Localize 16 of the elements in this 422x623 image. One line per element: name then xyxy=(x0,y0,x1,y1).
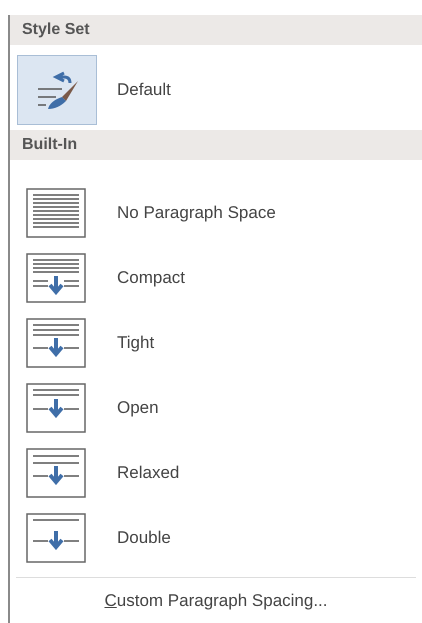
custom-spacing-menu-item[interactable]: Custom Paragraph Spacing... xyxy=(104,588,328,614)
paragraph-spacing-icon xyxy=(26,448,86,498)
paragraph-spacing-icon xyxy=(26,318,86,368)
paragraph-spacing-icon xyxy=(26,188,86,238)
menu-item[interactable]: Double xyxy=(10,513,422,563)
paragraph-spacing-icon xyxy=(26,513,86,563)
menu-item[interactable]: No Paragraph Space xyxy=(10,188,422,238)
paragraph-spacing-icon xyxy=(26,383,86,433)
paragraph-spacing-icon xyxy=(26,253,86,303)
menu-item[interactable]: Tight xyxy=(10,318,422,368)
menu-item[interactable]: Relaxed xyxy=(10,448,422,498)
menu-item[interactable]: Open xyxy=(10,383,422,433)
menu-item[interactable]: Compact xyxy=(10,253,422,303)
menu-item[interactable]: Default xyxy=(10,55,422,125)
section-header: Style Set xyxy=(10,15,422,45)
section-header: Built-In xyxy=(10,130,422,160)
